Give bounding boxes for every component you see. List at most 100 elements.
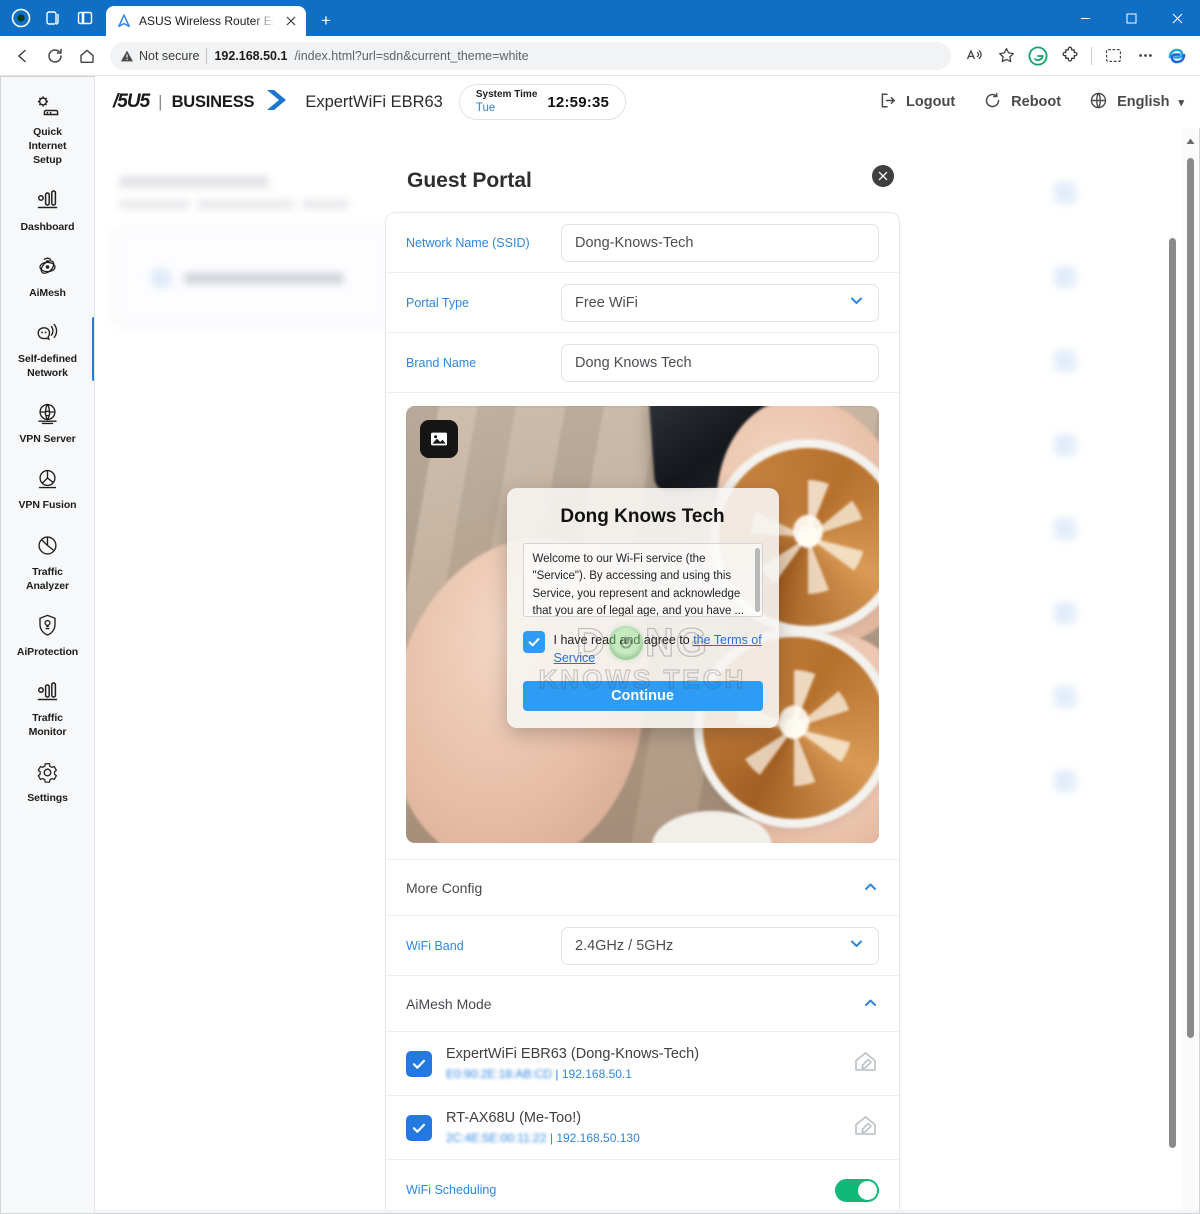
address-bar[interactable]: Not secure 192.168.50.1/index.html?url=s…	[110, 41, 951, 70]
aiprotection-icon	[33, 611, 63, 641]
router-admin-ui: Quick Internet Setup Dashboard AiMesh Self…	[0, 76, 1200, 1214]
more-config-label: More Config	[406, 879, 483, 896]
system-time-day: Tue	[475, 102, 496, 115]
ssid-row: Network Name (SSID) Dong-Knows-Tech	[386, 213, 899, 273]
browser-essentials-icon[interactable]	[6, 3, 36, 33]
sidebar-item-traffic-analyzer[interactable]: Traffic Analyzer	[0, 522, 94, 602]
image-upload-icon[interactable]	[420, 420, 458, 458]
minimize-button[interactable]	[1062, 0, 1108, 36]
agree-checkbox[interactable]	[522, 631, 545, 653]
modal-header: Guest Portal	[385, 150, 900, 212]
portal-type-row: Portal Type Free WiFi	[386, 273, 899, 333]
reboot-icon	[983, 91, 1002, 114]
logout-icon	[878, 91, 897, 114]
continue-button[interactable]: Continue	[522, 681, 763, 712]
favorite-star-icon[interactable]	[991, 41, 1021, 71]
globe-icon	[1089, 91, 1108, 114]
portal-preview-row: Dong Knows Tech Welcome to our Wi-Fi ser…	[386, 393, 899, 860]
node-info: RT-AX68U (Me-Too!) 2C:4E:5E:00:11:22 | 1…	[446, 1108, 640, 1147]
sidebar-label: VPN Server	[19, 433, 76, 446]
language-selector[interactable]: English ▾	[1089, 91, 1184, 114]
screenshot-icon[interactable]	[1098, 41, 1128, 71]
extension-puzzle-icon[interactable]	[1055, 41, 1085, 71]
node-checkbox[interactable]	[406, 1050, 432, 1077]
reboot-button[interactable]: Reboot	[983, 91, 1061, 114]
node-checkbox[interactable]	[406, 1114, 432, 1141]
chevron-up-icon	[862, 878, 879, 898]
aimesh-mode-section-header[interactable]: AiMesh Mode	[386, 976, 899, 1032]
sidebar-item-dashboard[interactable]: Dashboard	[0, 177, 94, 243]
page-title: Guest Portal	[407, 169, 532, 192]
more-config-section-header[interactable]: More Config	[386, 860, 899, 916]
app-header: /5U5 | BUSINESS ExpertWiFi EBR63 System …	[95, 76, 1200, 128]
chevron-down-icon: ▾	[1178, 96, 1184, 109]
sidebar-item-quick-internet-setup[interactable]: Quick Internet Setup	[0, 82, 94, 177]
split-screen-icon[interactable]	[70, 3, 100, 33]
page-scrollbar[interactable]	[1183, 128, 1198, 1214]
node-sub: 2C:4E:5E:00:11:22 | 192.168.50.130	[446, 1131, 640, 1146]
portal-type-select[interactable]: Free WiFi	[561, 283, 879, 322]
system-time-badge: System Time Tue 12:59:35	[458, 84, 627, 120]
settings-icon	[33, 757, 63, 787]
wifi-scheduling-toggle[interactable]	[835, 1178, 879, 1202]
scroll-up-arrow-icon[interactable]	[1186, 132, 1195, 150]
grammarly-icon[interactable]	[1023, 41, 1053, 71]
sidebar-item-traffic-monitor[interactable]: Traffic Monitor	[0, 668, 94, 748]
modal-scrollbar-thumb[interactable]	[1169, 238, 1176, 1148]
page-scrollbar-thumb[interactable]	[1187, 158, 1194, 1038]
sidebar-item-aiprotection[interactable]: AiProtection	[0, 602, 94, 668]
portal-brand-title: Dong Knows Tech	[560, 506, 725, 527]
main-sidebar: Quick Internet Setup Dashboard AiMesh Self…	[0, 76, 95, 1214]
brand-business-label: BUSINESS	[171, 92, 255, 111]
traffic-analyzer-icon	[33, 531, 63, 561]
system-time-label: System Time	[475, 88, 538, 100]
vpn-server-icon	[33, 398, 63, 428]
maximize-button[interactable]	[1108, 0, 1154, 36]
url-host: 192.168.50.1	[214, 48, 288, 63]
aimesh-node-row[interactable]: RT-AX68U (Me-Too!) 2C:4E:5E:00:11:22 | 1…	[386, 1096, 899, 1161]
sidebar-item-vpn-server[interactable]: VPN Server	[0, 389, 94, 455]
logout-button[interactable]: Logout	[878, 91, 955, 114]
wifi-band-select[interactable]: 2.4GHz / 5GHz	[561, 926, 879, 965]
home-icon[interactable]	[72, 41, 102, 71]
browser-tab[interactable]: ASUS Wireless Router ExpertWiFi	[106, 6, 306, 36]
new-tab-button[interactable]: +	[312, 7, 340, 35]
close-tab-icon[interactable]	[282, 12, 300, 30]
more-options-icon[interactable]	[1130, 41, 1160, 71]
sidebar-label: Traffic Monitor	[28, 712, 67, 739]
portal-preview[interactable]: Dong Knows Tech Welcome to our Wi-Fi ser…	[406, 406, 879, 843]
node-mac: 2C:4E:5E:00:11:22	[446, 1131, 547, 1146]
brand-name-input[interactable]: Dong Knows Tech	[561, 343, 879, 382]
close-icon[interactable]	[872, 165, 894, 187]
sidebar-item-self-defined-network[interactable]: Self-defined Network	[0, 309, 94, 389]
back-icon[interactable]	[8, 41, 38, 71]
wifi-band-label: WiFi Band	[406, 938, 464, 953]
portal-type-value: Free WiFi	[575, 294, 638, 311]
sidebar-item-settings[interactable]: Settings	[0, 748, 94, 814]
portal-terms-box[interactable]: Welcome to our Wi-Fi service (the "Servi…	[522, 543, 763, 617]
copilot-icon[interactable]	[1162, 41, 1192, 71]
edit-node-icon[interactable]	[852, 1048, 879, 1080]
security-indicator[interactable]: Not secure	[120, 49, 199, 63]
node-name: ExpertWiFi EBR63 (Dong-Knows-Tech)	[446, 1046, 700, 1062]
tab-title: ASUS Wireless Router ExpertWiFi	[139, 14, 275, 28]
edit-node-icon[interactable]	[852, 1112, 879, 1144]
sidebar-item-aimesh[interactable]: AiMesh	[0, 243, 94, 309]
sidebar-item-vpn-fusion[interactable]: VPN Fusion	[0, 455, 94, 521]
guest-portal-modal: Guest Portal Network Name (SSID) Dong-Kn…	[385, 150, 900, 1214]
read-aloud-icon[interactable]	[959, 41, 989, 71]
tab-groups-icon[interactable]	[38, 3, 68, 33]
modal-scroll-area: Guest Portal Network Name (SSID) Dong-Kn…	[95, 128, 1200, 1214]
toolbar-right-icons	[959, 41, 1192, 71]
close-window-button[interactable]	[1154, 0, 1200, 36]
browser-title-bar: ASUS Wireless Router ExpertWiFi +	[0, 0, 1200, 36]
brand-name-row: Brand Name Dong Knows Tech	[386, 333, 899, 393]
portal-type-label: Portal Type	[406, 295, 470, 310]
node-sub: E0:90:2E:18:AB:CD | 192.168.50.1	[446, 1067, 632, 1082]
chevron-down-icon	[848, 935, 865, 956]
aimesh-node-row[interactable]: ExpertWiFi EBR63 (Dong-Knows-Tech) E0:90…	[386, 1032, 899, 1097]
brand-divider: |	[158, 92, 163, 111]
ssid-input[interactable]: Dong-Knows-Tech	[561, 223, 879, 262]
reload-icon[interactable]	[40, 41, 70, 71]
title-bar-left-icons	[0, 0, 100, 36]
